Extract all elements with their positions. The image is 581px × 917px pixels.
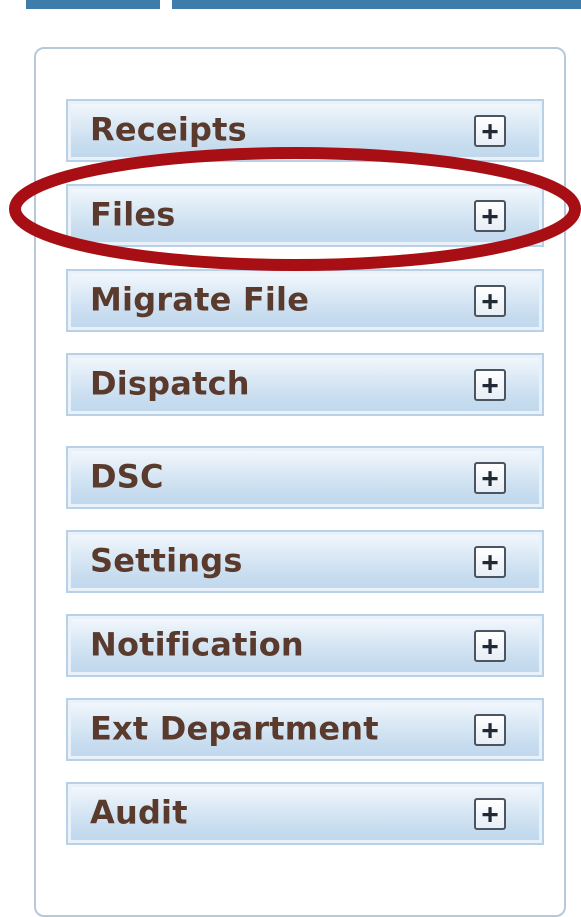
- menu-item-label: Audit: [90, 792, 188, 831]
- menu-item-label: Dispatch: [90, 363, 250, 402]
- menu-item-label: DSC: [90, 456, 164, 495]
- menu-item-audit[interactable]: Audit +: [66, 782, 544, 845]
- menu-item-files[interactable]: Files +: [66, 184, 544, 247]
- menu-item-label: Files: [90, 194, 176, 233]
- expand-plus-icon[interactable]: +: [474, 629, 506, 662]
- expand-plus-icon[interactable]: +: [474, 114, 506, 147]
- expand-plus-icon[interactable]: +: [474, 545, 506, 578]
- top-tab-right[interactable]: [172, 0, 581, 9]
- expand-plus-icon[interactable]: +: [474, 368, 506, 401]
- expand-plus-icon[interactable]: +: [474, 713, 506, 746]
- menu-item-notification[interactable]: Notification +: [66, 614, 544, 677]
- menu-item-ext-department[interactable]: Ext Department +: [66, 698, 544, 761]
- expand-plus-icon[interactable]: +: [474, 461, 506, 494]
- expand-plus-icon[interactable]: +: [474, 199, 506, 232]
- expand-plus-icon[interactable]: +: [474, 797, 506, 830]
- menu-item-label: Notification: [90, 624, 304, 663]
- menu-item-settings[interactable]: Settings +: [66, 530, 544, 593]
- menu-item-migrate-file[interactable]: Migrate File +: [66, 269, 544, 332]
- menu-item-label: Migrate File: [90, 279, 310, 318]
- menu-item-dispatch[interactable]: Dispatch +: [66, 353, 544, 416]
- menu-item-dsc[interactable]: DSC +: [66, 446, 544, 509]
- top-tab-left[interactable]: [26, 0, 160, 9]
- menu-item-receipts[interactable]: Receipts +: [66, 99, 544, 162]
- menu-item-label: Settings: [90, 540, 243, 579]
- expand-plus-icon[interactable]: +: [474, 284, 506, 317]
- menu-item-label: Receipts: [90, 109, 247, 148]
- menu-item-label: Ext Department: [90, 708, 379, 747]
